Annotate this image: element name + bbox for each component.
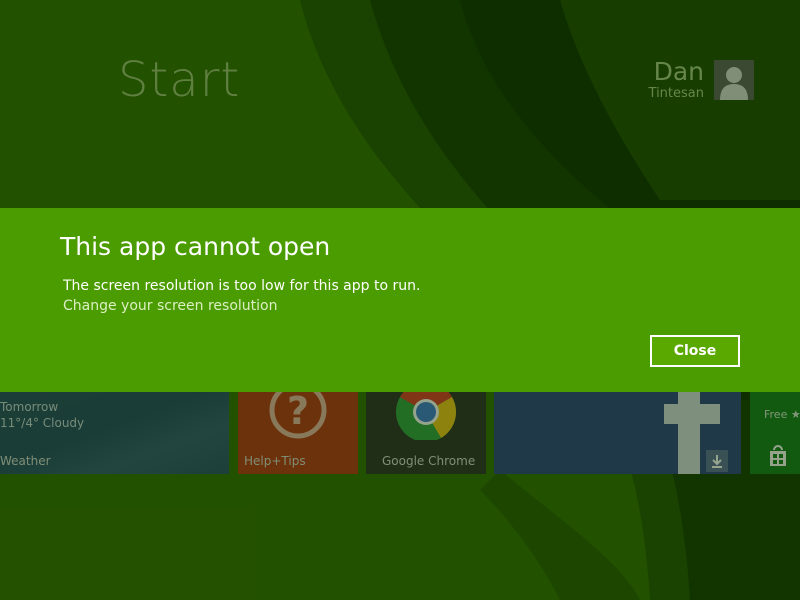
dialog-title: This app cannot open <box>60 232 331 261</box>
close-button[interactable]: Close <box>650 335 740 367</box>
dialog-message: The screen resolution is too low for thi… <box>63 278 421 294</box>
change-resolution-link[interactable]: Change your screen resolution <box>63 298 277 314</box>
error-dialog: This app cannot open The screen resoluti… <box>0 208 800 392</box>
